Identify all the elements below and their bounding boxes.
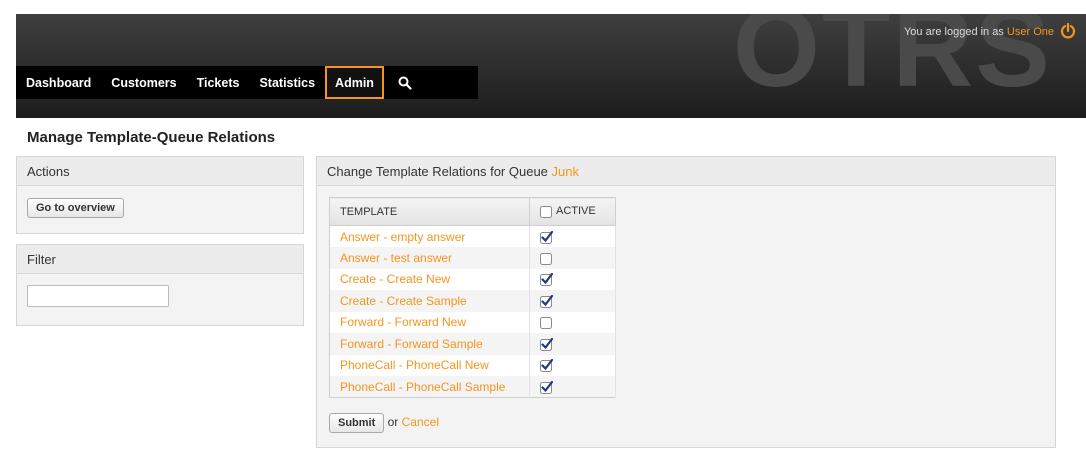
template-cell: Create - Create Sample — [329, 290, 530, 312]
queue-link[interactable]: Junk — [552, 164, 579, 179]
active-checkbox-checked[interactable] — [540, 380, 553, 394]
template-cell: Forward - Forward Sample — [329, 333, 530, 355]
active-cell — [529, 354, 616, 376]
column-active-label: ACTIVE — [556, 205, 596, 218]
active-checkbox-unchecked[interactable] — [540, 252, 553, 265]
power-icon[interactable] — [1060, 23, 1076, 39]
active-cell — [529, 333, 616, 355]
nav-tickets[interactable]: Tickets — [187, 66, 250, 99]
active-checkbox-checked[interactable] — [540, 294, 553, 308]
nav-search[interactable] — [384, 66, 426, 99]
login-prefix: You are logged in as — [903, 26, 1004, 38]
template-cell: Answer - empty answer — [329, 225, 530, 247]
app-header: OTRS You are logged in as User One Dashb… — [16, 14, 1086, 118]
active-checkbox-checked[interactable] — [540, 337, 553, 351]
table-row: PhoneCall - PhoneCall New — [329, 354, 616, 376]
main-nav: Dashboard Customers Tickets Statistics A… — [16, 66, 478, 99]
template-link[interactable]: Forward - Forward New — [340, 315, 466, 329]
table-row: PhoneCall - PhoneCall Sample — [329, 376, 616, 398]
active-checkbox-checked[interactable] — [540, 359, 553, 373]
filter-title: Filter — [17, 245, 303, 274]
active-checkbox-checked[interactable] — [540, 273, 553, 287]
user-name-link[interactable]: User One — [1007, 26, 1054, 38]
table-row: Forward - Forward Sample — [329, 333, 616, 355]
login-info: You are logged in as User One — [904, 26, 1054, 38]
relations-heading-text: Change Template Relations for Queue — [327, 164, 548, 179]
filter-box: Filter — [16, 244, 304, 326]
select-all-checkbox[interactable] — [540, 205, 552, 218]
submit-row: Submit or Cancel — [329, 413, 439, 433]
active-cell — [529, 225, 616, 247]
nav-customers[interactable]: Customers — [101, 66, 186, 99]
relations-table: TEMPLATE ACTIVE Answer - empty answer Ans… — [329, 197, 616, 398]
go-to-overview-button[interactable]: Go to overview — [27, 198, 124, 218]
table-row: Create - Create New — [329, 268, 616, 290]
active-checkbox-unchecked[interactable] — [540, 316, 553, 330]
filter-input[interactable] — [27, 285, 169, 307]
active-checkbox-checked[interactable] — [540, 230, 553, 244]
active-cell — [529, 247, 616, 269]
template-cell: Forward - Forward New — [329, 311, 530, 333]
table-row: Answer - empty answer — [329, 225, 616, 247]
column-active-header: ACTIVE — [529, 197, 616, 226]
template-cell: PhoneCall - PhoneCall New — [329, 354, 530, 376]
relations-heading: Change Template Relations for Queue Junk — [317, 157, 1055, 186]
actions-title: Actions — [17, 157, 303, 186]
search-icon — [398, 76, 412, 90]
page-title: Manage Template-Queue Relations — [27, 129, 276, 146]
template-cell: Answer - test answer — [329, 247, 530, 269]
active-cell — [529, 376, 616, 398]
template-link[interactable]: Answer - empty answer — [340, 230, 465, 244]
table-row: Create - Create Sample — [329, 290, 616, 312]
template-link[interactable]: Create - Create New — [340, 272, 450, 286]
template-link[interactable]: PhoneCall - PhoneCall New — [340, 358, 489, 372]
active-cell — [529, 311, 616, 333]
cancel-link[interactable]: Cancel — [402, 415, 439, 429]
nav-admin[interactable]: Admin — [325, 66, 384, 99]
template-link[interactable]: Forward - Forward Sample — [340, 337, 483, 351]
template-link[interactable]: PhoneCall - PhoneCall Sample — [340, 380, 505, 394]
table-row: Forward - Forward New — [329, 311, 616, 333]
active-cell — [529, 290, 616, 312]
template-link[interactable]: Answer - test answer — [340, 251, 452, 265]
template-cell: Create - Create New — [329, 268, 530, 290]
nav-statistics[interactable]: Statistics — [249, 66, 325, 99]
actions-box: Actions Go to overview — [16, 156, 304, 234]
nav-dashboard[interactable]: Dashboard — [16, 66, 101, 99]
active-cell — [529, 268, 616, 290]
template-link[interactable]: Create - Create Sample — [340, 294, 467, 308]
or-text: or — [387, 415, 399, 429]
column-template-header[interactable]: TEMPLATE — [329, 197, 530, 226]
table-row: Answer - test answer — [329, 247, 616, 269]
relations-box: Change Template Relations for Queue Junk… — [316, 156, 1056, 448]
template-cell: PhoneCall - PhoneCall Sample — [329, 376, 530, 398]
submit-button[interactable]: Submit — [329, 413, 385, 433]
